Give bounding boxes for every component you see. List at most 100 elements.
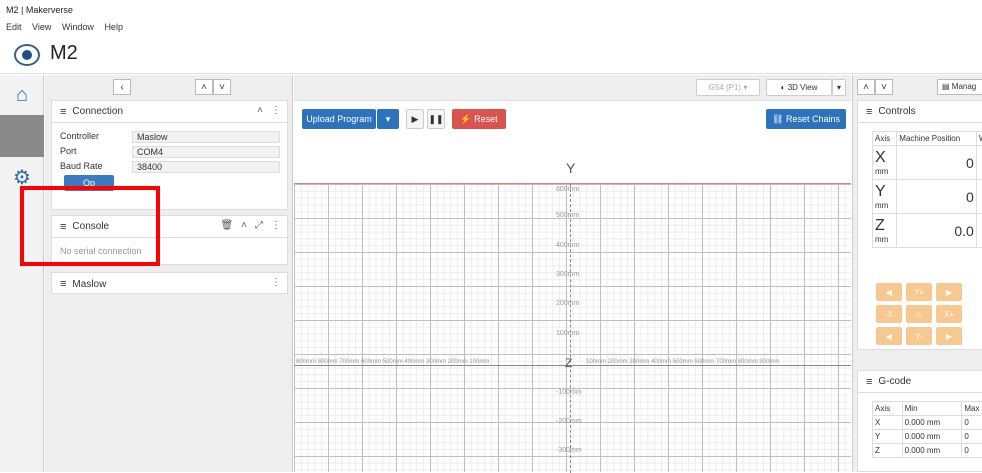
controls-title: Controls: [878, 106, 916, 117]
machine-position-header: Machine Position: [896, 131, 977, 146]
app-header: M2: [0, 36, 982, 74]
work-position-header: W: [975, 131, 982, 146]
y-tick: 400mm: [556, 242, 580, 249]
table-cell: 0: [961, 429, 982, 444]
gcode-title: G-code: [878, 376, 912, 387]
maslow-header: ≡ Maslow ⋮: [52, 273, 287, 295]
jog-diag-down-right-icon[interactable]: ▶: [936, 327, 962, 345]
collapse-icon[interactable]: ˄: [257, 105, 263, 116]
chevron-up-icon[interactable]: ˄: [857, 79, 875, 95]
coord-system-label: G54 (P1): [708, 83, 742, 92]
axis-x: X: [875, 149, 886, 166]
expand-icon[interactable]: ⤢: [255, 220, 263, 231]
jog-y-plus-button[interactable]: Y+: [906, 283, 932, 301]
y-tick: -200mm: [556, 418, 582, 425]
chevron-down-icon[interactable]: ˅: [213, 79, 231, 95]
annotation-highlight-box: [20, 186, 160, 266]
jog-diag-up-right-icon[interactable]: ▶: [936, 283, 962, 301]
more-icon[interactable]: ⋮: [271, 277, 281, 288]
trash-icon[interactable]: 🗑: [220, 220, 233, 231]
reset-chains-button[interactable]: ⛓ Reset Chains: [766, 109, 846, 129]
jog-diag-down-left-icon[interactable]: ◀: [876, 327, 902, 345]
gcode-bounds-table: Axis Min Max X 0.000 mm 0 Y 0.000 mm 0 Z 0.00…: [872, 401, 982, 458]
gcode-axis-header: Axis: [872, 401, 903, 416]
visualizer-grid[interactable]: 600mm 500mm 400mm 300mm 200mm 100mm -100…: [294, 183, 851, 473]
left-panel: ‹ ˄ ˅ ≡ Connection ˄ ⋮ Controller Maslow …: [45, 75, 293, 472]
pause-icon[interactable]: ❚❚: [427, 109, 445, 129]
table-cell: Z: [872, 443, 903, 458]
y-tick: 100mm: [556, 330, 580, 337]
controls-header: ≡ Controls: [858, 101, 982, 123]
table-cell: 0.000 mm: [901, 415, 963, 430]
machine-pos-y: 0: [896, 179, 977, 214]
reset-button[interactable]: ⚡ Reset: [452, 109, 506, 129]
jog-x-plus-button[interactable]: X+: [936, 305, 962, 323]
y-tick: -100mm: [556, 389, 582, 396]
upload-dropdown-chevron-icon[interactable]: ▾: [377, 109, 399, 129]
more-icon[interactable]: ⋮: [271, 105, 281, 116]
x-ticks-positive: 100mm 200mm 300mm 400mm 500mm 600mm 700m…: [586, 359, 780, 365]
play-icon[interactable]: ▶: [406, 109, 424, 129]
maslow-title: Maslow: [72, 278, 107, 290]
machine-pos-z: 0.0: [896, 213, 977, 248]
gcode-header: ≡ G-code: [858, 371, 982, 393]
manage-label: Manag: [951, 82, 977, 91]
gcode-min-header: Min: [901, 401, 963, 416]
view-dropdown-chevron-icon[interactable]: ▾: [832, 79, 846, 96]
y-tick: 500mm: [556, 212, 580, 219]
reset-label: Reset: [474, 114, 498, 124]
jog-y-minus-button[interactable]: Y-: [906, 327, 932, 345]
view-mode-label: 3D View: [787, 83, 818, 92]
menu-window[interactable]: Window: [62, 22, 94, 32]
view-mode-select[interactable]: ◐ 3D View: [766, 79, 832, 96]
baud-select[interactable]: 38400: [132, 161, 280, 173]
port-select[interactable]: COM4: [132, 146, 280, 158]
visualizer-toolbar: G54 (P1) ▾ ◐ 3D View ▾: [294, 75, 851, 101]
machine-pos-x: 0: [896, 145, 977, 180]
chevron-down-icon[interactable]: ˅: [875, 79, 893, 95]
baud-label: Baud Rate: [60, 161, 103, 171]
axis-y: Y: [875, 183, 886, 200]
menu-help[interactable]: Help: [104, 22, 123, 32]
y-tick: -300mm: [556, 447, 582, 454]
chevron-up-icon[interactable]: ˄: [195, 79, 213, 95]
home-icon[interactable]: ⌂: [0, 75, 44, 115]
connection-header: ≡ Connection ˄ ⋮: [52, 101, 287, 123]
y-tick: 600mm: [556, 186, 580, 193]
menu-bar: Edit View Window Help: [0, 22, 982, 36]
menu-icon: ≡: [866, 105, 873, 118]
controller-label: Controller: [60, 131, 100, 141]
more-icon[interactable]: ⋮: [271, 220, 281, 231]
collapse-icon[interactable]: ˄: [241, 220, 247, 231]
window-titlebar: M2 | Makerverse: [0, 0, 982, 22]
jog-diag-up-left-icon[interactable]: ◀: [876, 283, 902, 301]
axis-unit: mm: [875, 235, 889, 244]
nav-selected-item[interactable]: [0, 115, 44, 157]
upload-program-button[interactable]: Upload Program: [302, 109, 376, 129]
axis-unit: mm: [875, 201, 889, 210]
menu-view[interactable]: View: [32, 22, 51, 32]
manage-widgets-button[interactable]: ▤ Manag: [937, 79, 982, 95]
x-axis-line: [294, 365, 851, 366]
x-ticks-negative: 800mm 800mm 700mm 600mm 500mm 400mm 300m…: [296, 359, 490, 365]
table-cell: 0: [961, 415, 982, 430]
jog-home-icon[interactable]: ⌂: [906, 305, 932, 323]
maslow-widget: ≡ Maslow ⋮: [51, 272, 288, 294]
y-tick: 200mm: [556, 300, 580, 307]
menu-edit[interactable]: Edit: [6, 22, 22, 32]
window-title: M2 | Makerverse: [6, 5, 73, 15]
axis-unit: mm: [875, 167, 889, 176]
right-panel: ˄ ˅ ▤ Manag ≡ Controls Axis Machine Posi…: [852, 75, 982, 472]
table-cell: 0: [961, 443, 982, 458]
controller-select[interactable]: Maslow: [132, 131, 280, 143]
table-cell: 0.000 mm: [901, 443, 963, 458]
controller-row: Controller Maslow: [52, 131, 289, 145]
gcode-max-header: Max: [961, 401, 982, 416]
coord-system-select[interactable]: G54 (P1) ▾: [696, 79, 760, 96]
port-row: Port COM4: [52, 146, 289, 160]
table-cell: X: [872, 415, 903, 430]
collapse-left-button[interactable]: ‹: [113, 79, 131, 95]
axis-z: Z: [875, 217, 885, 234]
jog-x-minus-button[interactable]: -X: [876, 305, 902, 323]
controls-widget: ≡ Controls Axis Machine Position W Xmm 0…: [857, 100, 982, 350]
